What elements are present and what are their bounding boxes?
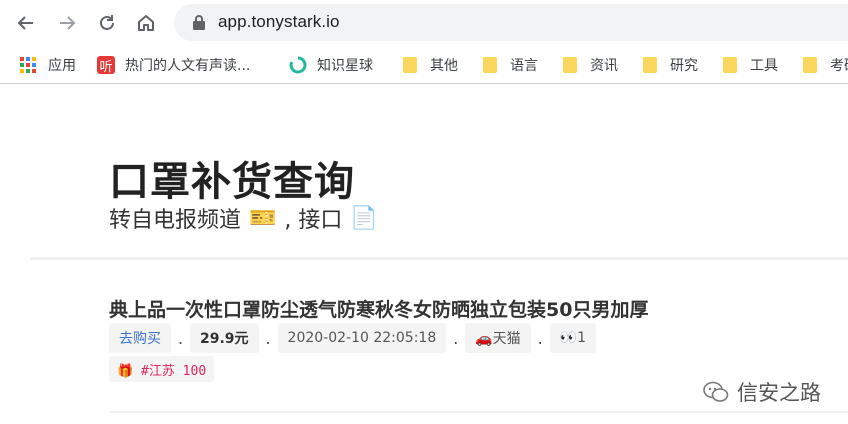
subtitle-separator: , 接口 (284, 208, 343, 233)
page-title: 口罩补货查询 (109, 159, 355, 205)
bookmark-folder-exam[interactable]: 考研 (801, 53, 848, 77)
header-divider (30, 257, 848, 260)
region-tag: 🎁 #江苏 100 (109, 356, 215, 382)
bookmark-label: 研究 (670, 58, 698, 74)
url-text: app.tonystark.io (218, 12, 340, 31)
bookmark-label: 应用 (48, 58, 76, 74)
folder-icon (723, 57, 737, 73)
bookmark-folder-news[interactable]: 资讯 (561, 53, 618, 77)
forward-button[interactable] (55, 11, 79, 35)
home-icon (138, 15, 154, 31)
bookmark-folder-other[interactable]: 其他 (401, 53, 458, 77)
bookmark-label: 资讯 (590, 58, 618, 74)
folder-icon (483, 57, 497, 73)
red-ting-icon: 听 (97, 56, 115, 75)
arrow-left-icon (17, 16, 33, 30)
document-icon[interactable]: 📄 (350, 206, 377, 231)
arrow-right-icon (60, 16, 76, 30)
page-subtitle: 转自电报频道 🎫 , 接口 📄 (109, 202, 386, 234)
views-chip: 👀1 (549, 323, 597, 353)
folder-icon (563, 57, 577, 73)
product-title: 典上品一次性口罩防尘透气防寒秋冬女防晒独立包装50只男加厚 (109, 299, 649, 321)
browser-toolbar: app.tonystark.io (0, 0, 848, 46)
subtitle-text: 转自电报频道 (109, 208, 242, 233)
bookmark-label: 知识星球 (317, 58, 373, 74)
bookmark-zsxq[interactable]: 知识星球 (289, 53, 373, 77)
product-meta: 去购买 . 29.9元 . 2020-02-10 22:05:18 . 🚗天猫 … (109, 323, 597, 353)
apps-grid-icon (20, 57, 36, 73)
address-bar[interactable]: app.tonystark.io (174, 4, 848, 41)
bookmark-folder-tools[interactable]: 工具 (721, 53, 778, 77)
wechat-icon (703, 381, 729, 402)
reload-icon (100, 15, 114, 30)
folder-icon (803, 57, 817, 73)
folder-icon (403, 57, 417, 73)
ticket-icon[interactable]: 🎫 (249, 206, 276, 231)
bookmark-label: 工具 (750, 58, 778, 74)
lock-icon (193, 15, 205, 30)
meta-separator: . (453, 328, 459, 348)
reload-button[interactable] (95, 11, 119, 35)
meta-separator: . (537, 328, 543, 348)
meta-separator: . (177, 328, 184, 348)
bookmark-apps[interactable]: 应用 (20, 53, 76, 77)
bookmark-label: 热门的人文有声读... (125, 58, 251, 74)
back-button[interactable] (14, 11, 38, 35)
green-ring-icon (289, 56, 307, 74)
bookmark-audiobooks[interactable]: 听 热门的人文有声读... (97, 53, 250, 77)
bookmark-folder-research[interactable]: 研究 (641, 53, 698, 77)
bookmark-label: 语言 (510, 58, 538, 74)
buy-button[interactable]: 去购买 (109, 323, 171, 353)
home-button[interactable] (134, 11, 158, 35)
bookmarks-bar: 应用 听 热门的人文有声读... 知识星球 其他 语言 资讯 研究 工具 考研 (0, 46, 848, 84)
watermark: 信安之路 (703, 377, 821, 407)
bookmark-label: 其他 (430, 58, 458, 74)
store-chip: 🚗天猫 (465, 323, 531, 353)
bookmark-folder-language[interactable]: 语言 (481, 53, 538, 77)
folder-icon (643, 57, 657, 73)
page-content: 口罩补货查询 转自电报频道 🎫 , 接口 📄 典上品一次性口罩防尘透气防寒秋冬女… (0, 85, 848, 424)
datetime-chip: 2020-02-10 22:05:18 (277, 323, 447, 353)
bookmark-label: 考研 (830, 58, 848, 74)
tag-row: 🎁 #江苏 100 (109, 356, 215, 382)
item-divider (109, 411, 848, 413)
watermark-text: 信安之路 (737, 381, 821, 405)
meta-separator: . (265, 328, 271, 348)
price-chip: 29.9元 (190, 323, 259, 353)
